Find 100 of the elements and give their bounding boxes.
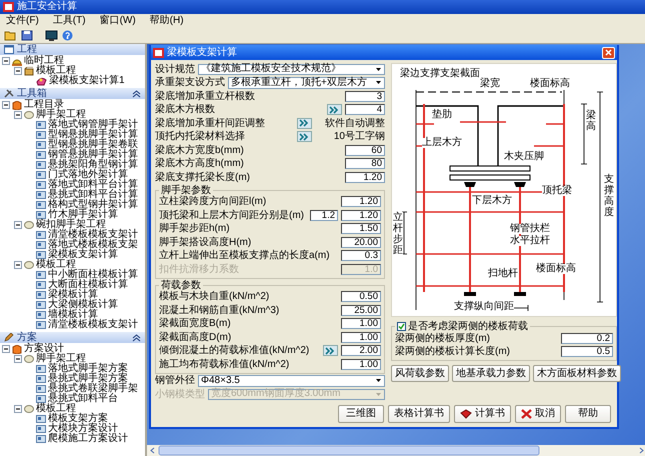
tree-item[interactable]: 清堂楼板模板支架计 <box>48 320 138 330</box>
tree-item[interactable]: 落地式钢管脚手架计 <box>48 120 138 130</box>
minus-box-icon[interactable] <box>2 345 10 353</box>
input-field[interactable]: 60 <box>345 144 385 156</box>
tree-item[interactable]: 大模块方案设计 <box>48 424 118 434</box>
disc-icon <box>24 261 34 269</box>
input-field[interactable]: 1.50 <box>341 223 381 234</box>
tree-item[interactable]: 模板工程 <box>36 66 76 76</box>
minus-box-icon[interactable] <box>14 67 22 75</box>
tree-item[interactable]: 梁模板支架计算 <box>48 250 118 260</box>
input-field[interactable]: 1.00 <box>341 358 381 370</box>
tree-item[interactable]: 悬挑式卸料平台 <box>48 394 118 404</box>
input-field[interactable]: 1.00 <box>341 318 381 330</box>
menu-item[interactable]: 工具(T) <box>52 15 86 27</box>
tree-item[interactable]: 大断面柱模板计算 <box>48 280 128 290</box>
input-field[interactable]: 1.00 <box>341 332 381 343</box>
parameter-button[interactable]: 木方面板材料参数 <box>533 365 621 382</box>
menu-item[interactable]: 窗口(W) <box>100 15 136 27</box>
input-field[interactable]: 1.2 <box>310 210 338 221</box>
monitor-icon[interactable] <box>45 30 58 41</box>
dialog-button[interactable]: 帮助 <box>565 404 611 422</box>
input-field[interactable]: 2.00 <box>341 345 381 356</box>
input-field[interactable]: 0.5 <box>561 346 613 358</box>
minus-box-icon[interactable] <box>14 111 22 119</box>
tree-item[interactable]: 型钢悬挑脚手架卷联 <box>48 140 138 150</box>
tree-item[interactable]: 模板支架方案 <box>48 414 108 424</box>
input-field[interactable]: 0.3 <box>341 250 381 262</box>
input-field[interactable]: 0.50 <box>341 291 381 302</box>
minus-box-icon[interactable] <box>14 221 22 229</box>
field-label: 梁底木方高度h(mm) <box>155 158 245 170</box>
tree-item[interactable]: 门式落地外架计算 <box>48 170 128 180</box>
tree-item[interactable]: 落地式楼板模板支架 <box>48 240 138 250</box>
tree-item[interactable]: 竹木脚手架计算 <box>48 210 118 220</box>
field-label: 梁截面宽度B(m) <box>159 318 232 330</box>
field-label: 立杆上端伸出至模板支撑点的长度a(m) <box>159 250 331 262</box>
tree-item[interactable]: 梁模板计算 <box>48 290 98 300</box>
more-button[interactable] <box>327 104 342 116</box>
tree-item[interactable]: 梁模板支架计算1 <box>49 76 125 86</box>
minus-box-icon[interactable] <box>2 101 10 109</box>
tree-item[interactable]: 悬挑式脚手架方案 <box>48 374 128 384</box>
tree-item[interactable]: 工程目录 <box>24 100 64 110</box>
tree-item[interactable]: 碗扣脚手架工程 <box>36 220 106 230</box>
dropdown[interactable]: 多根承重立杆，顶托+双层木方 <box>228 77 385 88</box>
window-icon <box>36 281 46 289</box>
tree-item[interactable]: 落地式卸料平台计算 <box>48 180 138 190</box>
dialog-button[interactable]: 三维图 <box>338 404 384 422</box>
menu-item[interactable]: 帮助(H) <box>150 15 184 27</box>
minus-box-icon[interactable] <box>14 261 22 269</box>
dialog-button[interactable]: 计算书 <box>454 404 511 422</box>
more-button[interactable] <box>323 345 338 356</box>
minus-box-icon[interactable] <box>14 405 22 413</box>
input-field[interactable]: 3 <box>345 90 385 102</box>
input-field[interactable]: 25.00 <box>341 304 381 316</box>
tree-item[interactable]: 墙模板计算 <box>48 310 98 320</box>
tree-item[interactable]: 大梁侧模板计算 <box>48 300 118 310</box>
tree-item[interactable]: 方案设计 <box>24 344 64 354</box>
tree-item[interactable]: 清堂楼板模板支架计 <box>48 230 138 240</box>
input-field[interactable]: 1.20 <box>341 210 381 221</box>
tree-item[interactable]: 模板工程 <box>36 260 76 270</box>
drawing-label: 梁边支撑支架截面 <box>400 69 480 79</box>
dropdown[interactable]: 《建筑施工模板安全技术规范》 <box>198 64 385 75</box>
tree-item[interactable]: 脚手架工程 <box>36 110 86 120</box>
input-field[interactable]: 1.20 <box>341 196 381 208</box>
input-field[interactable]: 1.20 <box>345 172 385 183</box>
input-field[interactable]: 0.2 <box>561 332 613 344</box>
tree-item[interactable]: 钢管悬挑脚手架计算 <box>48 150 138 160</box>
input-field[interactable]: 4 <box>345 104 385 116</box>
input-field[interactable]: 20.00 <box>341 236 381 248</box>
tree-item[interactable]: 悬挑式卷联梁脚手架 <box>48 384 138 394</box>
panel-title: 工程 <box>17 44 37 55</box>
collapse-icon[interactable] <box>132 334 141 342</box>
tree-item[interactable]: 落地式脚手架方案 <box>48 364 128 374</box>
tree-item[interactable]: 中小断面柱模板计算 <box>48 270 138 280</box>
tree-item[interactable]: 格构式型钢井架计算 <box>48 200 138 210</box>
tree-item[interactable]: 悬挑架阳角型钢计算 <box>48 160 138 170</box>
tree-item[interactable]: 型钢悬挑脚手架计算 <box>48 130 138 140</box>
tree-item[interactable]: 模板工程 <box>36 404 76 414</box>
dialog-button[interactable]: 表格计算书 <box>388 404 450 422</box>
input-field[interactable]: 80 <box>345 158 385 170</box>
parameter-button[interactable]: 地基承载力参数 <box>452 365 530 382</box>
close-button[interactable] <box>602 46 615 58</box>
parameter-button[interactable]: 风荷载参数 <box>391 365 449 382</box>
tree-item[interactable]: 爬模施工方案设计 <box>48 434 128 444</box>
dropdown[interactable]: Φ48×3.5 <box>198 375 385 386</box>
tree-item[interactable]: 悬挑式卸料平台计算 <box>48 190 138 200</box>
more-button[interactable] <box>297 118 312 129</box>
minus-box-icon[interactable] <box>2 57 10 65</box>
help-icon[interactable] <box>62 30 73 41</box>
pencil-icon <box>4 333 14 342</box>
minus-box-icon[interactable] <box>14 355 22 363</box>
collapse-icon[interactable] <box>132 90 141 98</box>
field-label: 倾倒混凝土的荷载标准值(kN/m^2) <box>159 345 310 356</box>
tree-item[interactable]: 临时工程 <box>24 56 64 66</box>
more-button[interactable] <box>297 131 312 142</box>
open-folder-icon[interactable] <box>4 30 17 41</box>
checkbox-label: 是否考虑梁两侧的楼板荷载 <box>408 321 528 332</box>
menu-item[interactable]: 文件(F) <box>6 15 39 27</box>
checkbox[interactable] <box>397 322 406 331</box>
dialog-button[interactable]: 取消 <box>515 404 561 422</box>
tree-item[interactable]: 脚手架工程 <box>36 354 86 364</box>
